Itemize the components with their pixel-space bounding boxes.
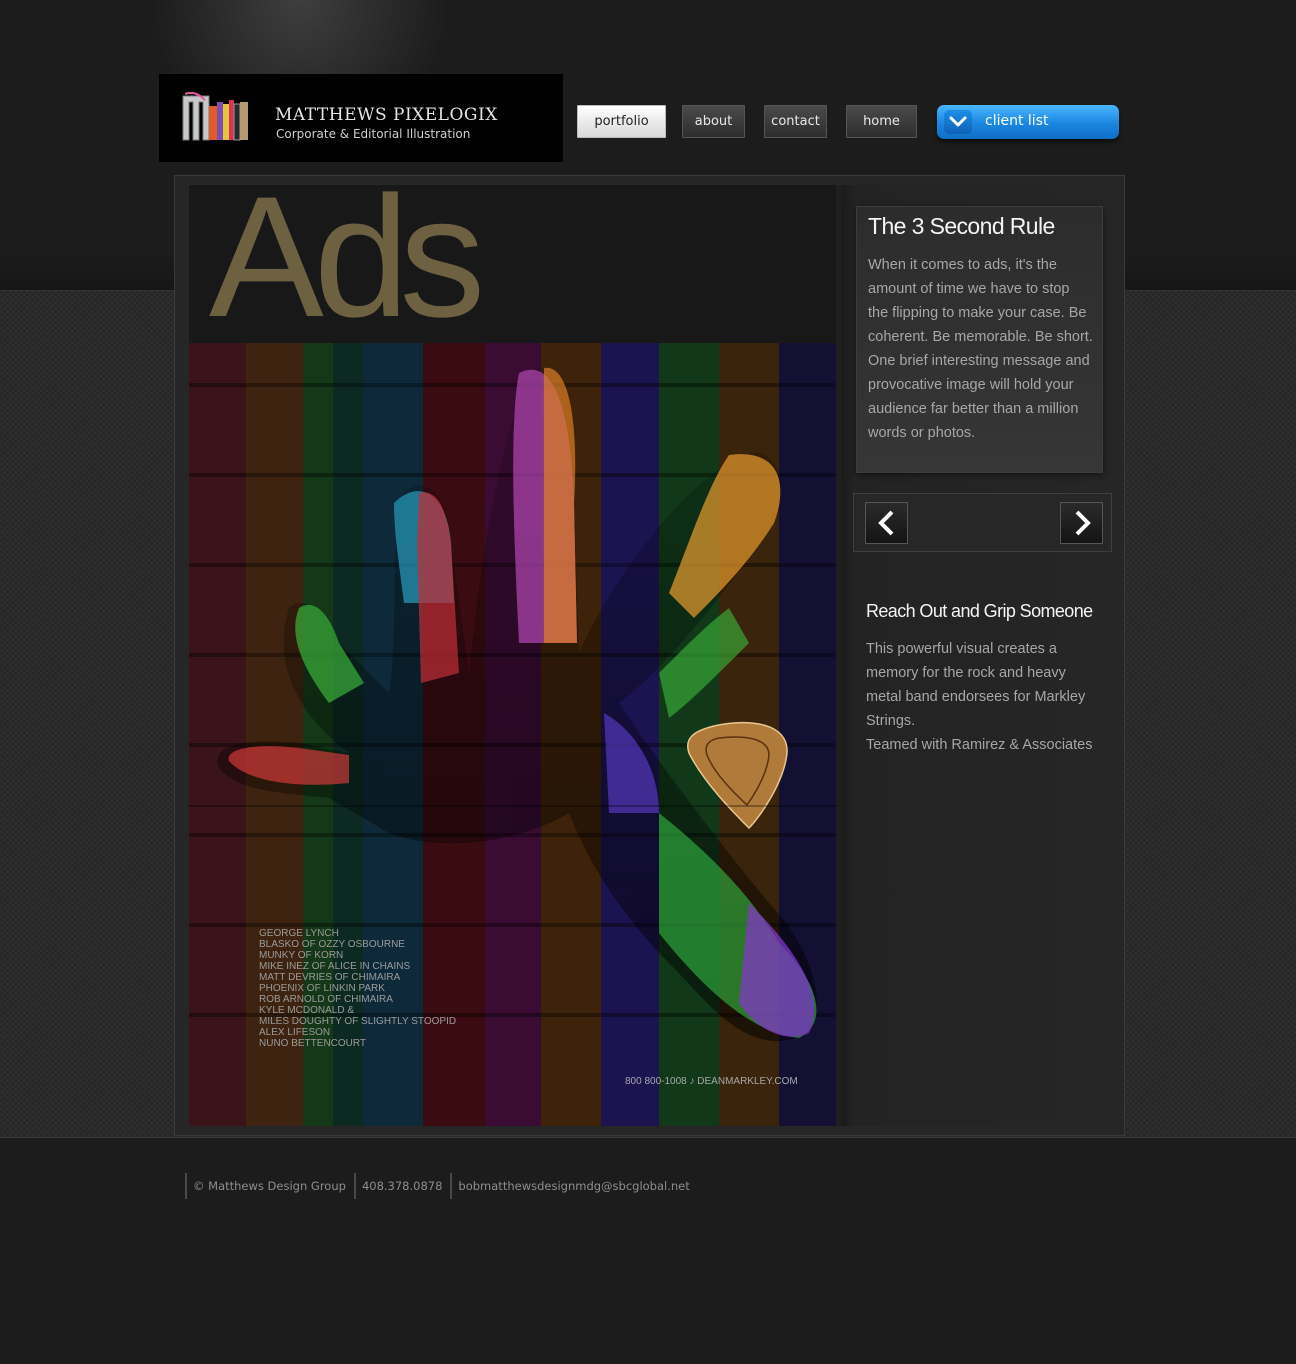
list-item: Miles Doughty of Slightly Stoopid <box>259 1016 457 1027</box>
nav-about-button[interactable]: about <box>682 105 745 138</box>
logo-tagline: Corporate & Editorial Illustration <box>276 127 471 141</box>
footer-phone[interactable]: 408.378.0878 <box>353 1173 450 1199</box>
card-title: The 3 Second Rule <box>868 213 1055 239</box>
footer-email[interactable]: bobmatthewsdesignmdg@sbcglobal.net <box>450 1173 697 1199</box>
gallery-pager <box>853 493 1112 552</box>
nav-portfolio-button[interactable]: portfolio <box>577 105 666 138</box>
section-header: Ads <box>189 185 836 343</box>
card-title: Reach Out and Grip Someone <box>866 601 1093 621</box>
list-item: Mike Inez of Alice in Chains <box>259 961 411 972</box>
card-credit: Teamed with Ramirez & Associates <box>866 737 1093 753</box>
next-button[interactable] <box>1060 502 1103 544</box>
client-list-label: client list <box>985 113 1049 129</box>
card-body: This powerful visual creates a memory fo… <box>866 641 1086 729</box>
logo-name: MATTHEWS PIXELOGIX <box>275 105 498 125</box>
chevron-left-icon <box>877 510 893 536</box>
list-item: Munky of Korn <box>259 950 344 961</box>
footer-copyright: © Matthews Design Group <box>185 1173 354 1199</box>
ad-contact-line: 800 800-1008 ♪ DEANMARKLEY.COM <box>625 1076 798 1087</box>
chevron-down-icon <box>944 110 972 134</box>
client-list-button[interactable]: client list <box>937 105 1119 139</box>
chevron-right-icon <box>1075 510 1091 536</box>
list-item: Phoenix of Linkin Park <box>259 983 385 994</box>
nav-home-button[interactable]: home <box>846 105 917 138</box>
list-item: Blasko of Ozzy Osbourne <box>259 939 405 950</box>
nav-contact-button[interactable]: contact <box>764 105 827 138</box>
logo-mark-icon <box>182 92 248 141</box>
featured-ad-image: George Lynch Blasko of Ozzy Osbourne Mun… <box>189 343 836 1126</box>
list-item: George Lynch <box>259 928 339 939</box>
card-body: When it comes to ads, it's the amount of… <box>868 257 1093 441</box>
prev-button[interactable] <box>865 502 908 544</box>
list-item: Rob Arnold of Chimaira <box>259 994 393 1005</box>
page-title: Ads <box>209 185 485 343</box>
info-card-rule: The 3 Second Rule When it comes to ads, … <box>856 206 1103 473</box>
info-card-grip: Reach Out and Grip Someone This powerful… <box>853 588 1115 768</box>
site-logo[interactable]: MATTHEWS PIXELOGIX Corporate & Editorial… <box>159 74 563 162</box>
list-item: Matt DeVries of Chimaira <box>259 972 401 983</box>
list-item: Kyle McDonald & <box>259 1005 355 1016</box>
list-item: Nuno Bettencourt <box>259 1038 367 1049</box>
endorsers-list: George Lynch Blasko of Ozzy Osbourne Mun… <box>259 928 456 1049</box>
list-item: Alex Lifeson <box>259 1027 331 1038</box>
site-footer: © Matthews Design Group 408.378.0878 bob… <box>185 1173 698 1199</box>
